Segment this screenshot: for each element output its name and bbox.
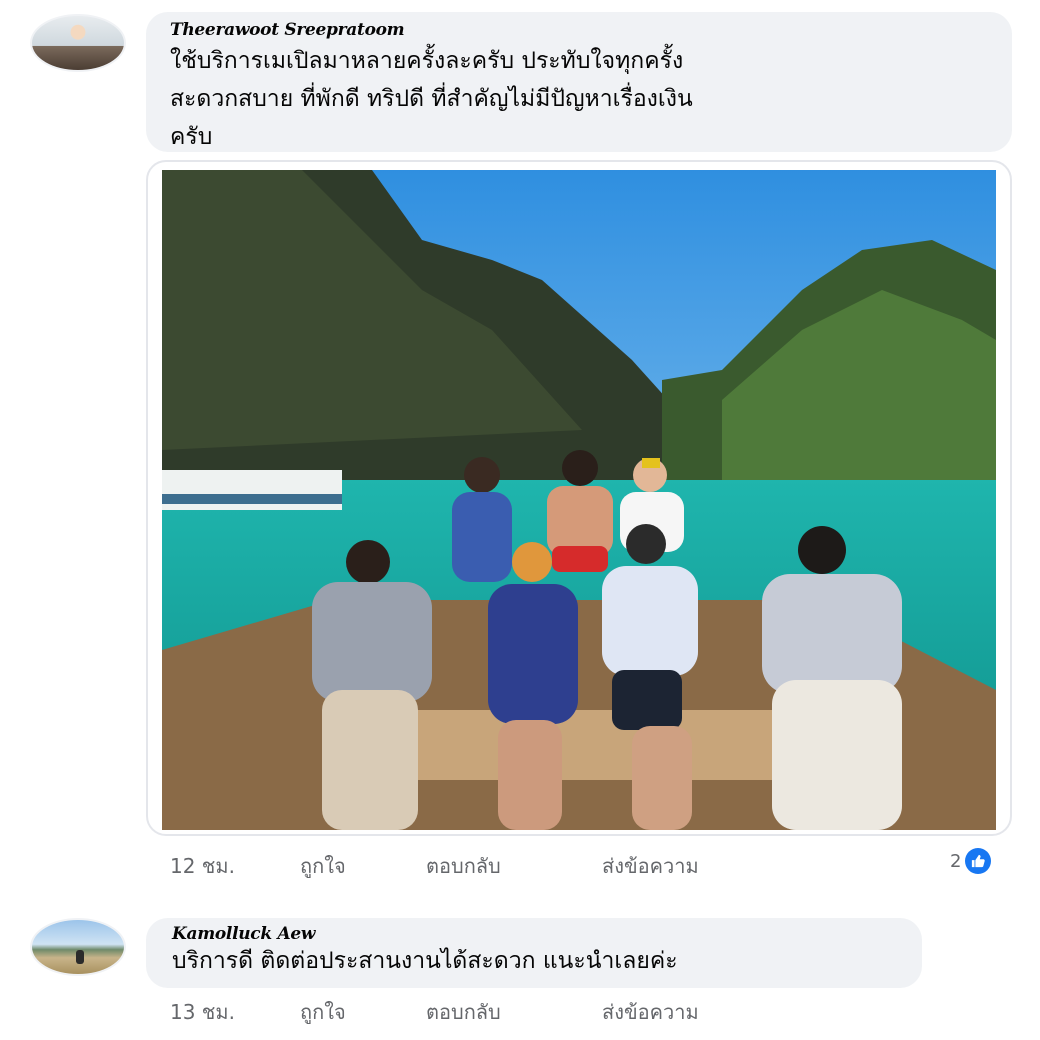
comment-text-line: ใช้บริการเมเปิลมาหลายครั้งละครับ ประทับใ… xyxy=(170,48,684,74)
reaction-count: 2 xyxy=(950,850,962,872)
comment-bubble: Kamolluck Aew บริการดี ติดต่อประสานงานได… xyxy=(146,918,922,988)
comment-text: บริการดี ติดต่อประสานงานได้สะดวก แนะนำเล… xyxy=(172,944,896,978)
comment-timestamp[interactable]: 12 ชม. xyxy=(170,850,300,882)
reaction-summary[interactable]: 2 xyxy=(950,848,992,874)
comment-photo[interactable] xyxy=(146,160,1012,836)
comment-text-line: บริการดี ติดต่อประสานงานได้สะดวก แนะนำเล… xyxy=(172,948,678,974)
comment-author[interactable]: Theerawoot Sreepratoom xyxy=(170,20,988,40)
comment-text-line: สะดวกสบาย ที่พักดี ทริปดี ที่สำคัญไม่มีป… xyxy=(170,86,693,112)
boat-group-photo xyxy=(162,170,996,830)
like-thumb-icon xyxy=(965,848,992,874)
comment-timestamp[interactable]: 13 ชม. xyxy=(170,996,300,1028)
comment-text: ใช้บริการเมเปิลมาหลายครั้งละครับ ประทับใ… xyxy=(170,42,988,156)
comment-author[interactable]: Kamolluck Aew xyxy=(172,924,896,944)
avatar-figure xyxy=(76,950,84,964)
reply-button[interactable]: ตอบกลับ xyxy=(426,850,602,882)
reply-button[interactable]: ตอบกลับ xyxy=(426,996,602,1028)
like-button[interactable]: ถูกใจ xyxy=(300,996,426,1028)
comment-actions: 12 ชม. ถูกใจ ตอบกลับ ส่งข้อความ xyxy=(170,850,699,882)
comment-text-line: ครับ xyxy=(170,124,213,150)
comment-bubble: Theerawoot Sreepratoom ใช้บริการเมเปิลมา… xyxy=(146,12,1012,152)
send-message-button[interactable]: ส่งข้อความ xyxy=(602,850,699,882)
commenter-avatar[interactable] xyxy=(30,918,126,976)
commenter-avatar[interactable] xyxy=(30,14,126,72)
send-message-button[interactable]: ส่งข้อความ xyxy=(602,996,699,1028)
comment-actions: 13 ชม. ถูกใจ ตอบกลับ ส่งข้อความ xyxy=(170,996,699,1028)
like-button[interactable]: ถูกใจ xyxy=(300,850,426,882)
